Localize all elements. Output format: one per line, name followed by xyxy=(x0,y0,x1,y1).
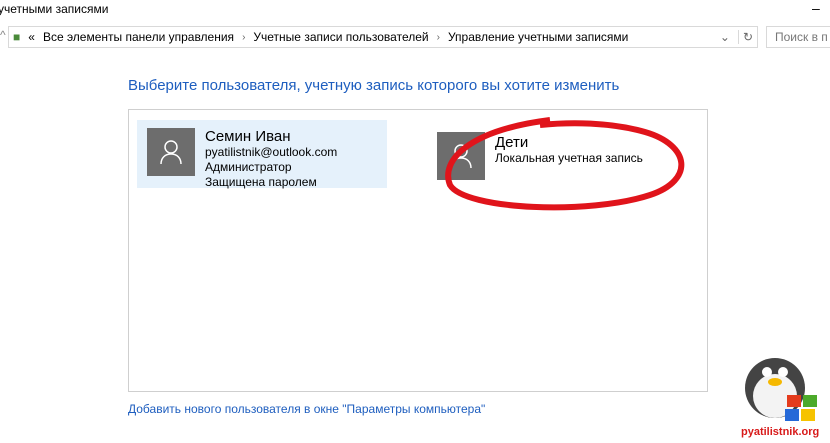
overflow-button[interactable]: « xyxy=(28,30,35,44)
breadcrumb-item[interactable]: Управление учетными записями xyxy=(448,30,628,44)
red-ellipse-annotation xyxy=(445,117,685,211)
breadcrumb-item[interactable]: Все элементы панели управления xyxy=(43,30,234,44)
control-panel-icon: ■ xyxy=(13,30,21,44)
refresh-icon[interactable]: ↻ xyxy=(737,30,753,44)
chevron-right-icon: › xyxy=(242,31,246,43)
account-email: pyatilistnik@outlook.com xyxy=(205,145,338,159)
search-input[interactable]: Поиск в п xyxy=(766,26,830,48)
chevron-right-icon: › xyxy=(436,31,440,43)
account-name: Семин Иван xyxy=(205,128,291,145)
account-tile-semin[interactable]: Семин Иван pyatilistnik@outlook.com Адми… xyxy=(137,120,387,189)
pyatilistnik-logo: pyatilistnik.org xyxy=(737,350,827,440)
page-title: Выберите пользователя, учетную запись ко… xyxy=(128,77,620,94)
breadcrumb-item[interactable]: Учетные записи пользователей xyxy=(253,30,428,44)
account-status: Защищена паролем xyxy=(205,175,317,189)
watermark-text: pyatilistnik.org xyxy=(741,426,820,438)
chevron-down-icon[interactable]: ⌄ xyxy=(720,30,730,44)
window-title: учетными записями xyxy=(0,2,109,16)
user-avatar-icon xyxy=(147,128,195,176)
account-role: Администратор xyxy=(205,160,292,174)
address-bar[interactable]: ■ « Все элементы панели управления › Учет… xyxy=(8,26,758,48)
up-arrow-icon[interactable]: ^ xyxy=(0,28,6,42)
minimize-button[interactable]: – xyxy=(812,0,820,16)
add-user-link[interactable]: Добавить нового пользователя в окне "Пар… xyxy=(128,402,485,416)
